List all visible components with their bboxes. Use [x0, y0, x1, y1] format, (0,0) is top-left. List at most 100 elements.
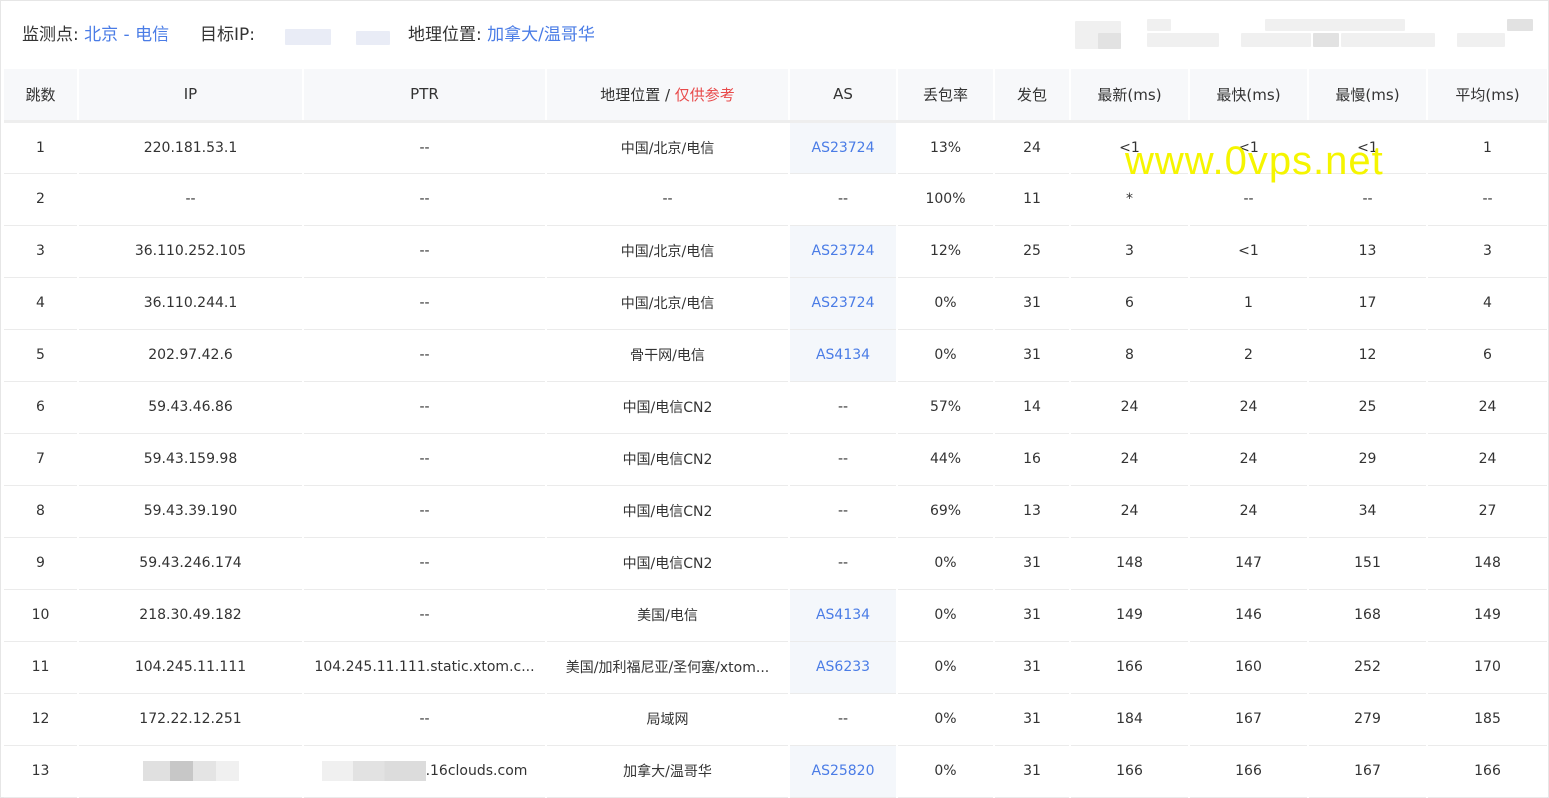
target-ip-blur-2 [356, 31, 390, 45]
cell-ip: 59.43.39.190 [78, 485, 304, 538]
cell-ip: 218.30.49.182 [78, 589, 304, 642]
cell-as: AS4134 [789, 329, 898, 382]
cell-hop: 12 [4, 693, 79, 746]
cell-best: 167 [1189, 693, 1309, 746]
as-link[interactable]: AS25820 [812, 763, 875, 779]
cell-loss: 13% [897, 121, 995, 174]
cell-as: AS23724 [789, 121, 898, 174]
ptr-suffix: .16clouds.com [425, 763, 528, 779]
cell-ptr: -- [303, 329, 547, 382]
cell-avg: 149 [1427, 589, 1547, 642]
cell-avg: -- [1427, 173, 1547, 226]
cell-ip: 36.110.252.105 [78, 225, 304, 278]
cell-last: 148 [1070, 537, 1190, 590]
cell-ptr: -- [303, 381, 547, 434]
col-geo-note: 仅供参考 [674, 85, 735, 104]
blur-block [1241, 33, 1311, 47]
cell-loss: 0% [897, 537, 995, 590]
table-row: 13.16clouds.com 加拿大/温哥华 AS25820 0% 31 166 166 1… [4, 745, 1547, 798]
cell-ptr: 104.245.11.111.static.xtom.c... [303, 641, 547, 694]
cell-geo: 中国/北京/电信 [546, 121, 790, 174]
cell-best: 166 [1189, 745, 1309, 798]
cell-best: <1 [1189, 225, 1309, 278]
table-header-row: 跳数 IP PTR 地理位置 / 仅供参考 AS 丢包率 发包 最新(ms) 最… [4, 69, 1547, 123]
cell-ip: 36.110.244.1 [78, 277, 304, 330]
as-link[interactable]: AS23724 [812, 140, 875, 156]
cell-worst: 168 [1308, 589, 1428, 642]
col-last: 最新(ms) [1070, 69, 1190, 123]
geo-location: 地理位置: 加拿大/温哥华 [408, 23, 595, 47]
as-link[interactable]: AS23724 [812, 243, 875, 259]
cell-worst: 34 [1308, 485, 1428, 538]
cell-sent: 31 [994, 329, 1071, 382]
cell-worst: 252 [1308, 641, 1428, 694]
cell-hop: 11 [4, 641, 79, 694]
cell-avg: 24 [1427, 433, 1547, 486]
cell-worst: 13 [1308, 225, 1428, 278]
cell-sent: 31 [994, 589, 1071, 642]
as-link[interactable]: AS4134 [816, 347, 870, 363]
cell-loss: 0% [897, 589, 995, 642]
cell-last: 166 [1070, 745, 1190, 798]
cell-sent: 31 [994, 277, 1071, 330]
cell-loss: 57% [897, 381, 995, 434]
cell-avg: 166 [1427, 745, 1547, 798]
cell-as: AS23724 [789, 277, 898, 330]
table-row: 12 172.22.12.251 -- 局域网 -- 0% 31 184 167 279 185 [4, 693, 1547, 746]
cell-best: 24 [1189, 381, 1309, 434]
cell-best: 24 [1189, 433, 1309, 486]
cell-ip: 59.43.159.98 [78, 433, 304, 486]
col-geo-label: 地理位置 [600, 85, 661, 104]
as-link[interactable]: AS6233 [816, 659, 870, 675]
blur-block [1265, 19, 1405, 31]
cell-ptr: .16clouds.com [303, 745, 547, 798]
cell-loss: 69% [897, 485, 995, 538]
cell-as: AS6233 [789, 641, 898, 694]
cell-geo: 中国/电信CN2 [546, 537, 790, 590]
target-ip-blur-1 [285, 29, 331, 45]
cell-sent: 11 [994, 173, 1071, 226]
cell-best: 147 [1189, 537, 1309, 590]
cell-avg: 6 [1427, 329, 1547, 382]
cell-as: AS4134 [789, 589, 898, 642]
table-row: 10 218.30.49.182 -- 美国/电信 AS4134 0% 31 149 146 16… [4, 589, 1547, 642]
col-ip: IP [78, 69, 304, 123]
table-row: 4 36.110.244.1 -- 中国/北京/电信 AS23724 0% 31 6 1 17 4 [4, 277, 1547, 330]
cell-sent: 31 [994, 745, 1071, 798]
cell-loss: 0% [897, 641, 995, 694]
cell-avg: 1 [1427, 121, 1547, 174]
col-loss: 丢包率 [897, 69, 995, 123]
cell-ptr: -- [303, 173, 547, 226]
redacted-ptr [321, 761, 426, 781]
cell-as: -- [789, 485, 898, 538]
cell-ptr: -- [303, 589, 547, 642]
cell-ptr: -- [303, 537, 547, 590]
monitor-value[interactable]: 北京 - 电信 [84, 25, 169, 45]
table-row: 8 59.43.39.190 -- 中国/电信CN2 -- 69% 13 24 24 34 27 [4, 485, 1547, 538]
col-avg: 平均(ms) [1427, 69, 1547, 123]
cell-hop: 10 [4, 589, 79, 642]
as-link[interactable]: AS23724 [812, 295, 875, 311]
cell-geo: 中国/北京/电信 [546, 225, 790, 278]
cell-as: -- [789, 381, 898, 434]
cell-worst: 167 [1308, 745, 1428, 798]
cell-loss: 0% [897, 277, 995, 330]
cell-ip: 104.245.11.111 [78, 641, 304, 694]
cell-avg: 27 [1427, 485, 1547, 538]
cell-loss: 44% [897, 433, 995, 486]
col-worst: 最慢(ms) [1308, 69, 1428, 123]
as-link[interactable]: AS4134 [816, 607, 870, 623]
cell-hop: 9 [4, 537, 79, 590]
cell-loss: 0% [897, 329, 995, 382]
cell-hop: 6 [4, 381, 79, 434]
cell-geo: 中国/北京/电信 [546, 277, 790, 330]
target-ip: 目标IP: [200, 23, 255, 47]
geo-value[interactable]: 加拿大/温哥华 [487, 25, 595, 45]
cell-geo: 加拿大/温哥华 [546, 745, 790, 798]
cell-ip [78, 745, 304, 798]
cell-worst: 279 [1308, 693, 1428, 746]
cell-worst: 12 [1308, 329, 1428, 382]
cell-as: AS23724 [789, 225, 898, 278]
cell-as: -- [789, 173, 898, 226]
cell-sent: 16 [994, 433, 1071, 486]
